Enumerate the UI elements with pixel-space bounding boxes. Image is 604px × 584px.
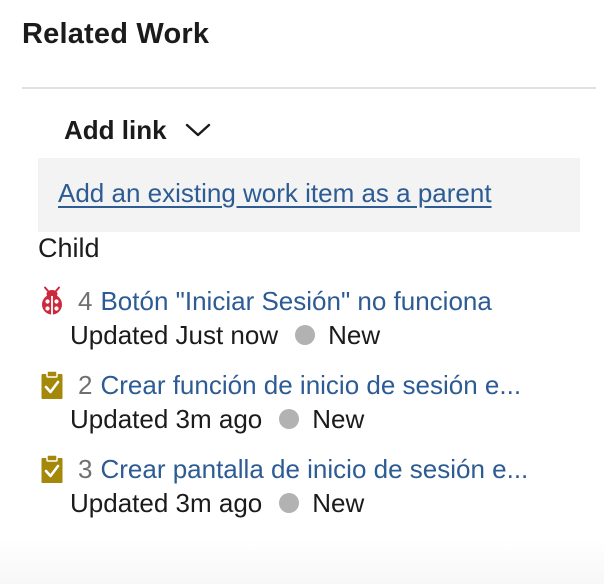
work-item-title-link[interactable]: Crear pantalla de inicio de sesión e... (100, 454, 528, 485)
work-item-title-row: 2 Crear función de inicio de sesión e... (78, 368, 576, 402)
add-parent-box: Add an existing work item as a parent (38, 158, 580, 232)
state-dot-icon (295, 325, 316, 345)
add-parent-link[interactable]: Add an existing work item as a parent (58, 178, 492, 209)
bug-icon (38, 284, 66, 318)
work-item-id: 3 (78, 453, 93, 484)
work-item-meta: Updated Just now New (70, 318, 380, 352)
work-item-title-link[interactable]: Crear función de inicio de sesión e... (100, 370, 521, 401)
state-dot-icon (279, 409, 300, 429)
work-item-id: 2 (78, 369, 93, 400)
work-item-updated: Updated 3m ago (70, 403, 263, 434)
work-item-updated: Updated 3m ago (70, 487, 263, 518)
task-icon (38, 452, 66, 486)
work-item-meta: Updated 3m ago New (70, 486, 364, 520)
work-item-title-row: 3 Crear pantalla de inicio de sesión e..… (78, 452, 576, 486)
work-item-state: New (312, 403, 365, 434)
work-item-state: New (312, 487, 365, 518)
work-item-row[interactable]: 3 Crear pantalla de inicio de sesión e..… (38, 452, 598, 532)
work-item-row[interactable]: 4 Botón "Iniciar Sesión" no funciona Upd… (38, 284, 598, 364)
work-item-title-link[interactable]: Botón "Iniciar Sesión" no funciona (100, 286, 491, 317)
work-item-row[interactable]: 2 Crear función de inicio de sesión e...… (38, 368, 598, 448)
section-divider (22, 87, 596, 89)
work-item-updated: Updated Just now (70, 319, 279, 350)
task-icon (38, 368, 66, 402)
work-item-meta: Updated 3m ago New (70, 402, 364, 436)
chevron-down-icon (185, 120, 213, 140)
panel-bottom-fade (0, 540, 604, 584)
section-title: Related Work (22, 18, 210, 50)
work-item-title-row: 4 Botón "Iniciar Sesión" no funciona (78, 284, 576, 318)
related-work-panel: Related Work Add link Add an existing wo… (0, 0, 604, 584)
add-link-label: Add link (64, 114, 167, 145)
state-dot-icon (279, 493, 300, 513)
work-item-state: New (328, 319, 381, 350)
child-group-label: Child (38, 233, 100, 263)
work-item-id: 4 (78, 285, 93, 316)
add-link-button[interactable]: Add link (64, 110, 213, 150)
